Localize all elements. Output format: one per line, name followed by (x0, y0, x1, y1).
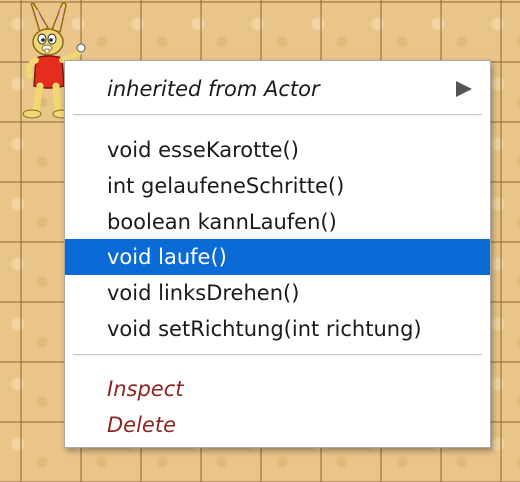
method-kann-laufen[interactable]: boolean kannLaufen() (65, 204, 490, 240)
triangle-right-icon (456, 81, 472, 97)
submenu-inherited-from-actor[interactable]: inherited from Actor (65, 71, 490, 107)
actor-context-menu: inherited from Actor void esseKarotte() … (64, 60, 491, 448)
submenu-label: inherited from Actor (107, 77, 320, 101)
inspect-menu-item[interactable]: Inspect (65, 371, 490, 407)
menu-separator (73, 354, 482, 356)
method-gelaufene-schritte[interactable]: int gelaufeneSchritte() (65, 168, 490, 204)
method-links-drehen[interactable]: void linksDrehen() (65, 275, 490, 311)
method-label: boolean kannLaufen() (107, 210, 337, 234)
action-label: Delete (107, 413, 176, 437)
method-label: void setRichtung(int richtung) (107, 317, 422, 341)
method-label: void esseKarotte() (107, 138, 299, 162)
method-laufe[interactable]: void laufe() (65, 239, 490, 275)
method-esse-karotte[interactable]: void esseKarotte() (65, 132, 490, 168)
method-set-richtung[interactable]: void setRichtung(int richtung) (65, 311, 490, 347)
method-label: void linksDrehen() (107, 281, 300, 305)
method-label: void laufe() (107, 245, 227, 269)
menu-separator (73, 114, 482, 116)
method-label: int gelaufeneSchritte() (107, 174, 345, 198)
action-label: Inspect (107, 377, 184, 401)
delete-menu-item[interactable]: Delete (65, 407, 490, 443)
